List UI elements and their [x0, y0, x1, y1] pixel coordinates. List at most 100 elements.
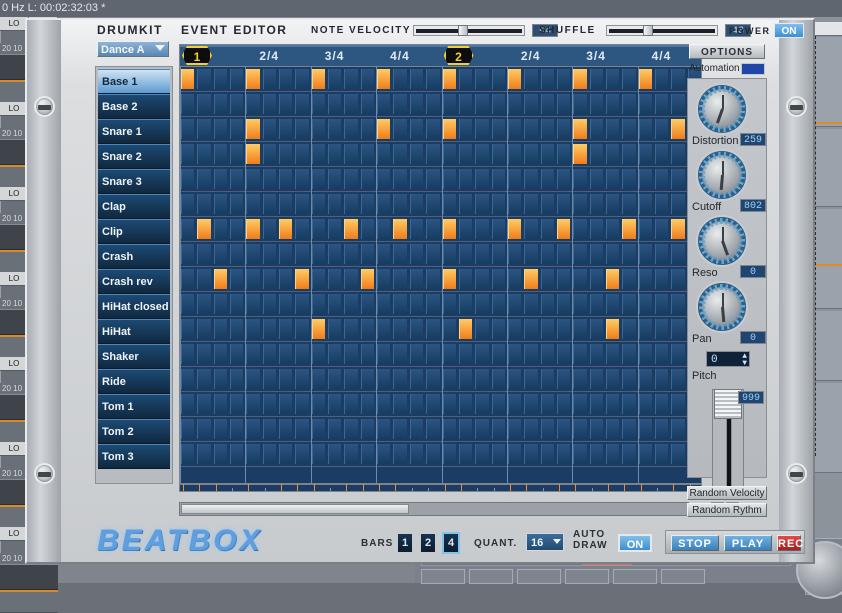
grid-cell[interactable] — [654, 419, 669, 439]
grid-cell[interactable] — [279, 444, 293, 464]
grid-cell[interactable] — [328, 119, 342, 139]
grid-cell[interactable] — [491, 144, 505, 164]
grid-cell[interactable] — [279, 344, 293, 364]
grid-cell[interactable] — [638, 94, 652, 114]
grid-cell[interactable] — [573, 169, 587, 189]
grid-cell[interactable] — [622, 194, 636, 214]
grid-cell[interactable] — [442, 244, 456, 264]
grid-cell[interactable] — [393, 144, 407, 164]
grid-cell[interactable] — [279, 194, 293, 214]
grid-cell[interactable] — [197, 319, 211, 339]
grid-cell[interactable] — [442, 269, 456, 289]
grid-cell[interactable] — [654, 344, 669, 364]
grid-cell[interactable] — [589, 69, 603, 89]
grid-cell[interactable] — [524, 269, 538, 289]
grid-cell[interactable] — [458, 369, 473, 389]
velocity-tick[interactable] — [444, 484, 446, 491]
grid-cell[interactable] — [246, 94, 260, 114]
grid-cell[interactable] — [491, 94, 505, 114]
grid-cell[interactable] — [262, 369, 277, 389]
grid-cell[interactable] — [573, 319, 587, 339]
grid-cell[interactable] — [246, 194, 260, 214]
grid-cell[interactable] — [377, 344, 391, 364]
grid-cell[interactable] — [507, 419, 522, 439]
velocity-tick[interactable] — [477, 488, 479, 491]
instrument-row[interactable]: HiHat — [98, 319, 170, 344]
grid-cell[interactable] — [311, 94, 326, 114]
velocity-tick[interactable] — [264, 488, 266, 491]
grid-cell[interactable] — [213, 369, 228, 389]
grid-cell[interactable] — [540, 219, 554, 239]
grid-cell[interactable] — [475, 194, 489, 214]
bars-button[interactable]: 4 — [442, 532, 460, 554]
grid-cell[interactable] — [360, 344, 375, 364]
grid-cell[interactable] — [377, 444, 391, 464]
power-toggle[interactable]: ON — [774, 23, 804, 38]
grid-cell[interactable] — [589, 194, 603, 214]
grid-cell[interactable] — [573, 119, 587, 139]
grid-cell[interactable] — [524, 169, 538, 189]
grid-cell[interactable] — [197, 269, 211, 289]
grid-cell[interactable] — [262, 344, 277, 364]
velocity-tick[interactable] — [591, 488, 593, 491]
grid-cell[interactable] — [622, 369, 636, 389]
grid-cell[interactable] — [360, 244, 375, 264]
instrument-row[interactable]: HiHat closed — [98, 294, 170, 319]
grid-cell[interactable] — [573, 444, 587, 464]
grid-cell[interactable] — [671, 269, 685, 289]
random-velocity-button[interactable]: Random Velocity — [687, 486, 767, 500]
mixer-fader[interactable] — [0, 564, 58, 590]
grid-cell[interactable] — [573, 94, 587, 114]
grid-cell[interactable] — [573, 369, 587, 389]
grid-cell[interactable] — [475, 319, 489, 339]
instrument-row[interactable]: Base 2 — [98, 94, 170, 119]
grid-cell[interactable] — [246, 219, 260, 239]
velocity-tick[interactable] — [411, 488, 413, 491]
grid-cell[interactable] — [409, 294, 424, 314]
instrument-row[interactable]: Crash rev — [98, 269, 170, 294]
grid-cell[interactable] — [671, 319, 685, 339]
grid-cell[interactable] — [377, 94, 391, 114]
grid-cell[interactable] — [230, 119, 244, 139]
grid-cell[interactable] — [671, 244, 685, 264]
knob-cutoff[interactable] — [695, 148, 749, 202]
grid-cell[interactable] — [230, 69, 244, 89]
grid-cell[interactable] — [654, 369, 669, 389]
grid-cell[interactable] — [458, 294, 473, 314]
grid-cell[interactable] — [605, 69, 620, 89]
grid-cell[interactable] — [230, 344, 244, 364]
grid-cell[interactable] — [426, 369, 440, 389]
grid-cell[interactable] — [507, 194, 522, 214]
grid-cell[interactable] — [344, 344, 358, 364]
rewind-button[interactable] — [421, 569, 465, 584]
grid-cell[interactable] — [197, 194, 211, 214]
grid-cell[interactable] — [540, 444, 554, 464]
grid-cell[interactable] — [605, 94, 620, 114]
grid-cell[interactable] — [279, 394, 293, 414]
grid-cell[interactable] — [197, 294, 211, 314]
grid-cell[interactable] — [507, 369, 522, 389]
grid-cell[interactable] — [622, 119, 636, 139]
grid-cell[interactable] — [328, 369, 342, 389]
grid-cell[interactable] — [507, 294, 522, 314]
grid-cell[interactable] — [622, 269, 636, 289]
grid-cell[interactable] — [230, 369, 244, 389]
grid-cell[interactable] — [295, 169, 309, 189]
grid-cell[interactable] — [213, 244, 228, 264]
grid-cell[interactable] — [458, 319, 473, 339]
grid-cell[interactable] — [475, 119, 489, 139]
note-velocity-slider[interactable] — [413, 25, 525, 36]
grid-cell[interactable] — [393, 294, 407, 314]
grid-cell[interactable] — [605, 394, 620, 414]
grid-cell[interactable] — [197, 119, 211, 139]
grid-cell[interactable] — [295, 444, 309, 464]
grid-cell[interactable] — [262, 419, 277, 439]
grid-cell[interactable] — [311, 394, 326, 414]
grid-cell[interactable] — [589, 169, 603, 189]
grid-cell[interactable] — [213, 69, 228, 89]
grid-cell[interactable] — [295, 394, 309, 414]
grid-cell[interactable] — [458, 169, 473, 189]
grid-cell[interactable] — [328, 294, 342, 314]
daw-transport-buttons[interactable] — [421, 569, 705, 584]
grid-cell[interactable] — [360, 394, 375, 414]
